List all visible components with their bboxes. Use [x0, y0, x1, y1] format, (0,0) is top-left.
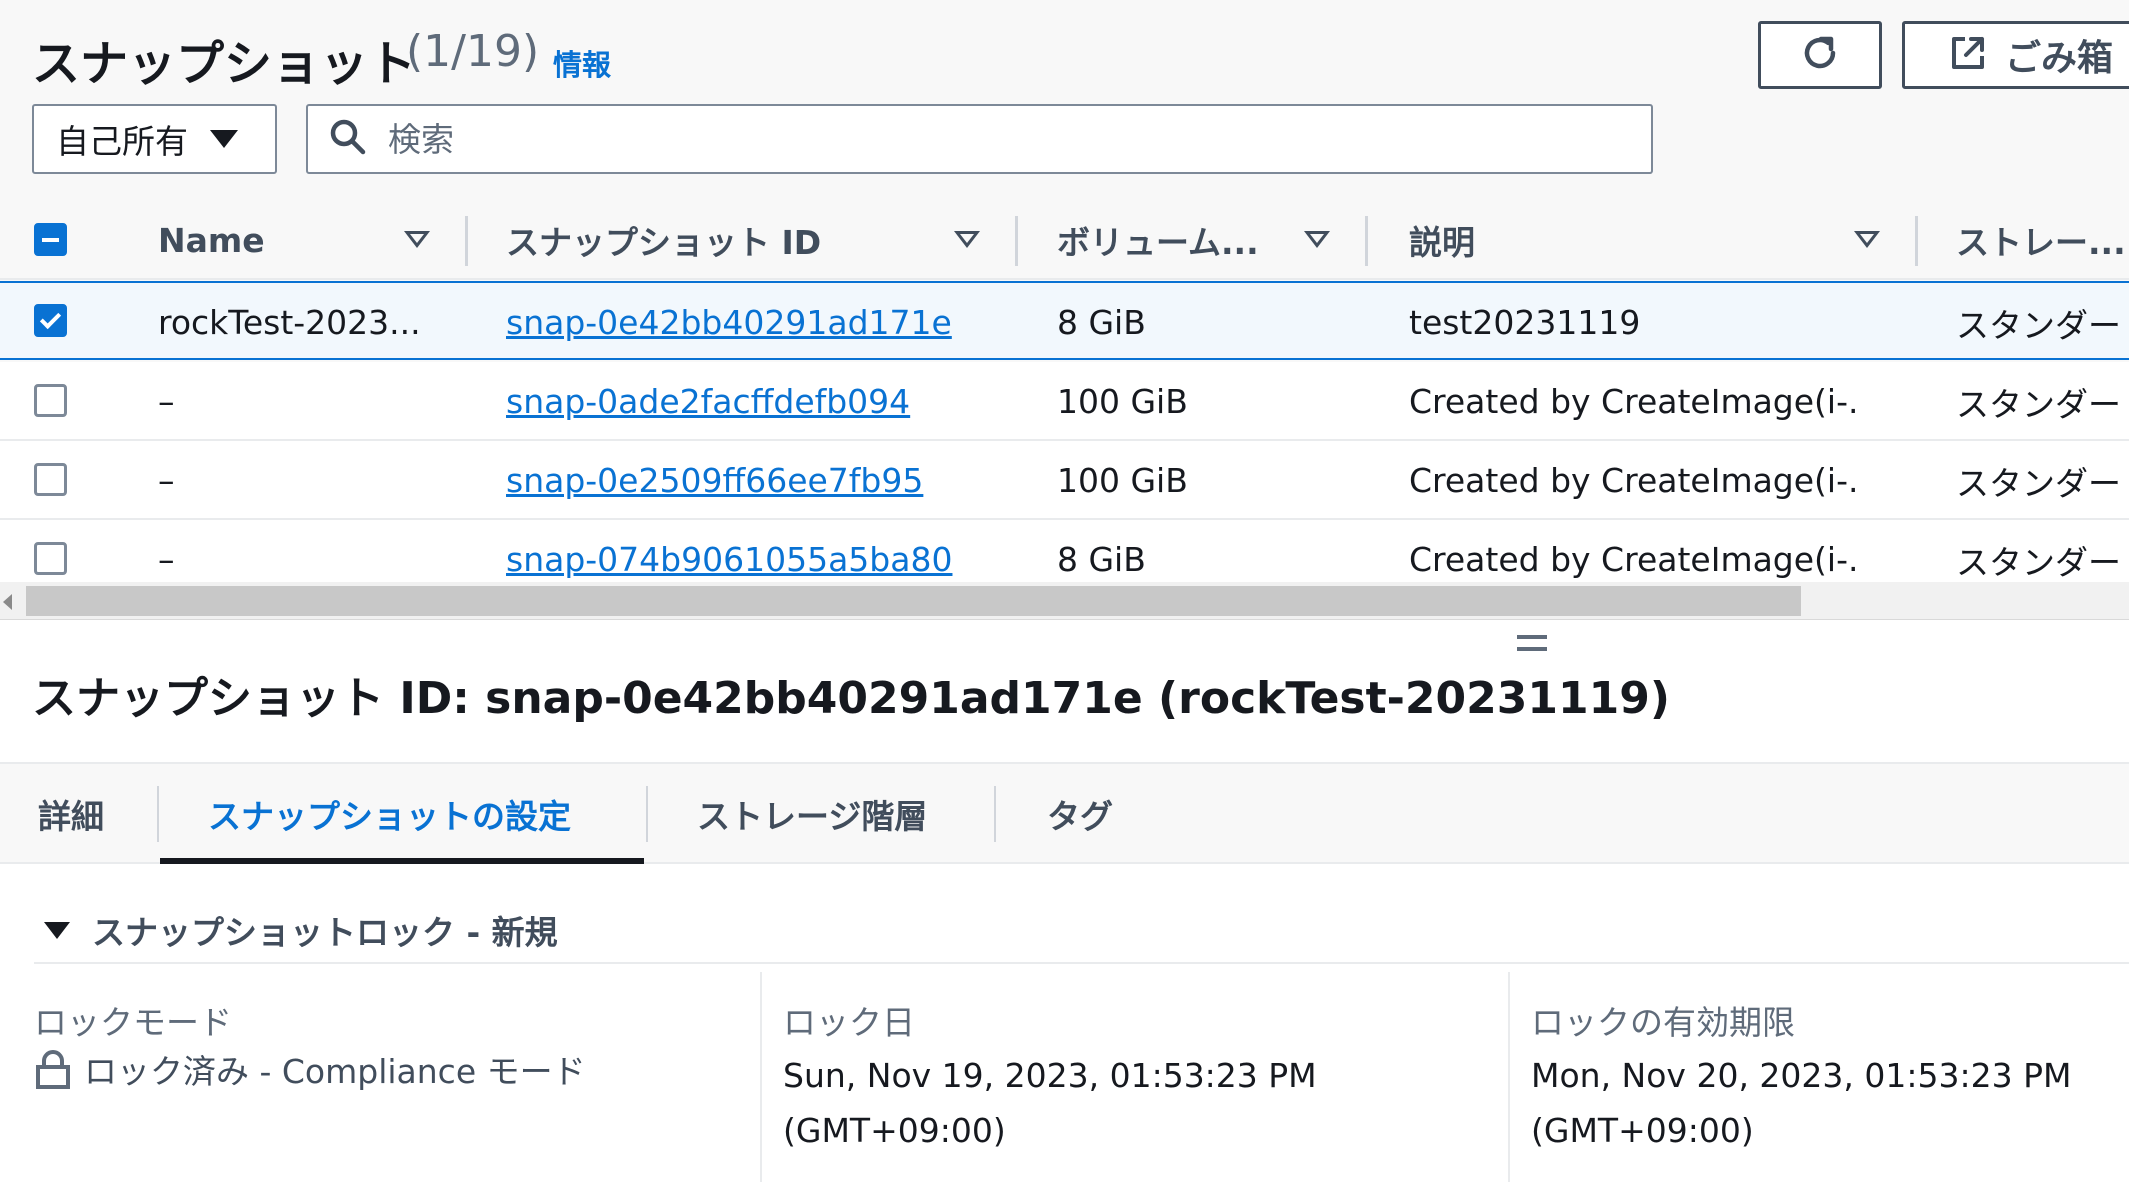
tab-tags[interactable]: タグ	[1047, 764, 1113, 864]
tab-storage-tier[interactable]: ストレージ階層	[697, 764, 927, 864]
lock-expiry-value: Mon, Nov 20, 2023, 01:53:23 PM	[1531, 1056, 2072, 1095]
table-header: Name スナップショット ID ボリューム... 説明 ストレー...	[0, 200, 2129, 280]
select-all-checkbox[interactable]	[34, 223, 67, 256]
column-divider	[1508, 972, 1510, 1182]
lock-mode-value: ロック済み - Compliance モード	[84, 1052, 586, 1091]
row-checkbox[interactable]	[34, 542, 67, 575]
column-header-volume[interactable]: ボリューム...	[1057, 200, 1287, 280]
horizontal-scrollbar[interactable]	[0, 582, 2129, 620]
column-header-storage[interactable]: ストレー...	[1956, 200, 2129, 280]
row-checkbox[interactable]	[34, 384, 67, 417]
details-title: スナップショット ID: snap-0e42bb40291ad171e (roc…	[32, 673, 1670, 724]
snapshot-id-link[interactable]: snap-0ade2facffdefb094	[506, 362, 1006, 441]
column-header-description[interactable]: 説明	[1409, 200, 1809, 280]
section-toggle[interactable]: スナップショットロック - 新規	[44, 906, 558, 954]
tab-details[interactable]: 詳細	[38, 764, 104, 864]
refresh-button[interactable]	[1758, 21, 1882, 89]
refresh-icon	[1797, 30, 1843, 80]
tab-divider	[994, 786, 996, 842]
tab-divider	[157, 786, 159, 842]
lock-date-field: ロック日 Sun, Nov 19, 2023, 01:53:23 PM (GMT…	[783, 996, 1483, 1158]
snapshot-id-link[interactable]: snap-0e42bb40291ad171e	[506, 283, 1006, 362]
panel-resize-handle[interactable]	[1517, 635, 1547, 659]
lock-mode-field: ロックモード ロック済み - Compliance モード	[34, 996, 734, 1094]
tab-snapshot-settings[interactable]: スナップショットの設定	[208, 764, 571, 864]
sort-caret-icon[interactable]	[1304, 231, 1330, 248]
caret-down-icon	[210, 130, 238, 148]
snapshot-lock-section: スナップショットロック - 新規 ロックモード ロック済み - Complian…	[0, 866, 2129, 1197]
lock-date-timezone: (GMT+09:00)	[783, 1111, 1006, 1150]
cell-name: –	[158, 461, 175, 500]
search-box[interactable]	[306, 104, 1653, 174]
cell-description: Created by CreateImage(i-...	[1409, 382, 1859, 421]
details-tabs: 詳細 スナップショットの設定 ストレージ階層 タグ	[0, 762, 2129, 864]
owner-filter-select[interactable]: 自己所有	[32, 104, 277, 174]
cell-storage: スタンダード	[1956, 384, 2129, 424]
cell-volume: 100 GiB	[1057, 461, 1188, 500]
search-icon	[328, 117, 368, 161]
table-row[interactable]: – snap-0ade2facffdefb094 100 GiB Created…	[0, 362, 2129, 441]
lock-expiry-field: ロックの有効期限 Mon, Nov 20, 2023, 01:53:23 PM …	[1531, 996, 2129, 1158]
owner-filter-value: 自己所有	[56, 122, 188, 161]
external-link-icon	[1949, 34, 1987, 76]
cell-storage: スタンダード	[1956, 305, 2129, 345]
row-checkbox[interactable]	[34, 304, 67, 337]
column-resizer[interactable]	[465, 216, 468, 266]
lock-mode-label: ロックモード	[34, 1003, 232, 1042]
recycle-bin-label: ごみ箱	[2005, 38, 2114, 79]
table-row[interactable]: – snap-0e2509ff66ee7fb95 100 GiB Created…	[0, 441, 2129, 520]
table-row[interactable]: rockTest-2023... snap-0e42bb40291ad171e …	[0, 281, 2129, 360]
caret-down-icon	[44, 921, 70, 939]
column-resizer[interactable]	[1915, 216, 1918, 266]
cell-storage: スタンダード	[1956, 463, 2129, 503]
active-tab-indicator	[160, 858, 644, 864]
sort-caret-icon[interactable]	[954, 231, 980, 248]
scrollbar-thumb[interactable]	[26, 586, 1801, 616]
cell-name: rockTest-2023...	[158, 303, 421, 342]
cell-description: test20231119	[1409, 303, 1641, 342]
lock-expiry-label: ロックの有効期限	[1531, 1003, 1795, 1042]
page-title: スナップショット	[32, 36, 417, 92]
snapshots-list-panel: スナップショット (1/19) 情報 ごみ箱 自己所有 検索 Name スナップ…	[0, 0, 2129, 620]
cell-volume: 8 GiB	[1057, 303, 1146, 342]
row-checkbox[interactable]	[34, 463, 67, 496]
lock-date-value: Sun, Nov 19, 2023, 01:53:23 PM	[783, 1056, 1317, 1095]
selection-count: (1/19)	[406, 26, 540, 77]
cell-name: –	[158, 382, 175, 421]
snapshot-id-link[interactable]: snap-0e2509ff66ee7fb95	[506, 441, 1006, 520]
lock-date-label: ロック日	[783, 1003, 915, 1042]
column-resizer[interactable]	[1365, 216, 1368, 266]
sort-caret-icon[interactable]	[1854, 231, 1880, 248]
column-header-snapshot-id[interactable]: スナップショット ID	[506, 200, 926, 280]
column-resizer[interactable]	[1015, 216, 1018, 266]
cell-description: Created by CreateImage(i-...	[1409, 461, 1859, 500]
section-title: スナップショットロック - 新規	[92, 913, 558, 952]
search-input[interactable]	[388, 119, 1588, 159]
cell-volume: 100 GiB	[1057, 382, 1188, 421]
sort-caret-icon[interactable]	[404, 231, 430, 248]
column-divider	[760, 972, 762, 1182]
scroll-left-arrow-icon[interactable]	[3, 594, 12, 610]
column-header-name[interactable]: Name	[158, 200, 388, 280]
section-divider	[34, 962, 2129, 964]
lock-expiry-timezone: (GMT+09:00)	[1531, 1111, 1754, 1150]
lock-icon	[34, 1050, 72, 1094]
info-link[interactable]: 情報	[553, 42, 611, 84]
tab-divider	[646, 786, 648, 842]
recycle-bin-button[interactable]: ごみ箱	[1902, 21, 2129, 89]
